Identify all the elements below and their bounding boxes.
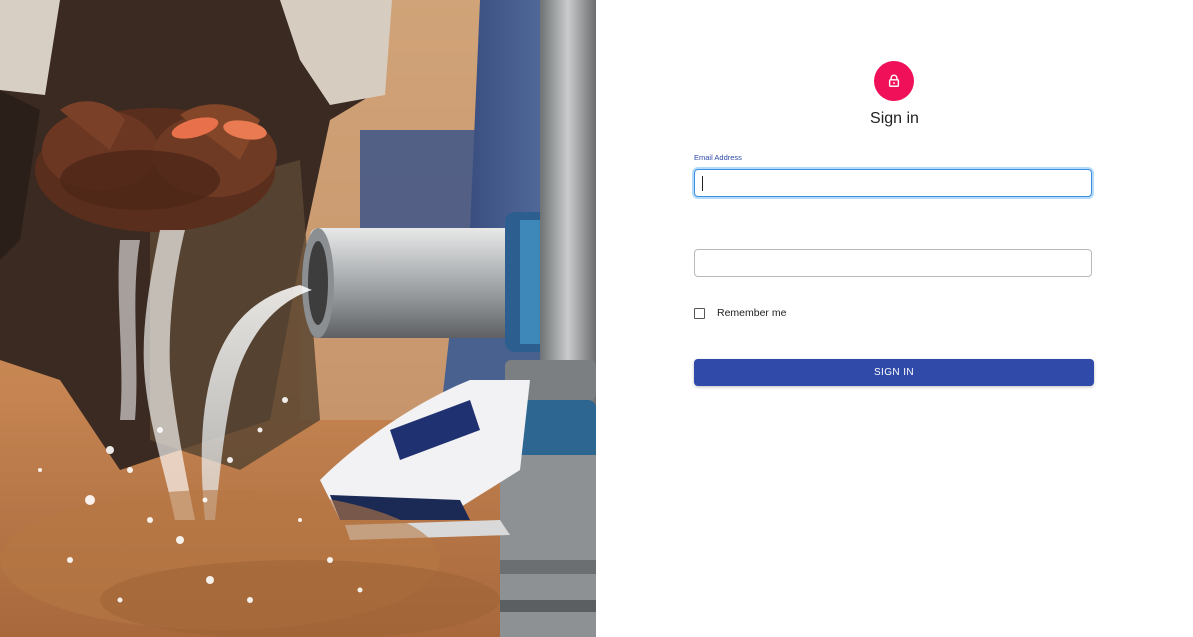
- photo-illustration: [0, 0, 596, 637]
- remember-me-checkbox[interactable]: [694, 307, 705, 319]
- water-pump-photo: [0, 0, 596, 637]
- sign-in-form: Sign in Email Address Remember me SIGN I…: [596, 0, 1193, 637]
- sign-in-page: Sign in Email Address Remember me SIGN I…: [0, 0, 1193, 637]
- sign-in-button[interactable]: SIGN IN: [694, 359, 1094, 386]
- lock-avatar: [874, 61, 914, 101]
- email-field[interactable]: [694, 169, 1092, 197]
- page-title: Sign in: [870, 110, 919, 127]
- lock-icon: [888, 74, 900, 87]
- password-field[interactable]: [694, 249, 1092, 277]
- remember-me-label[interactable]: Remember me: [717, 307, 786, 319]
- email-field-label: Email Address: [694, 153, 742, 162]
- text-caret: [702, 176, 703, 191]
- remember-me-row[interactable]: Remember me: [694, 306, 786, 320]
